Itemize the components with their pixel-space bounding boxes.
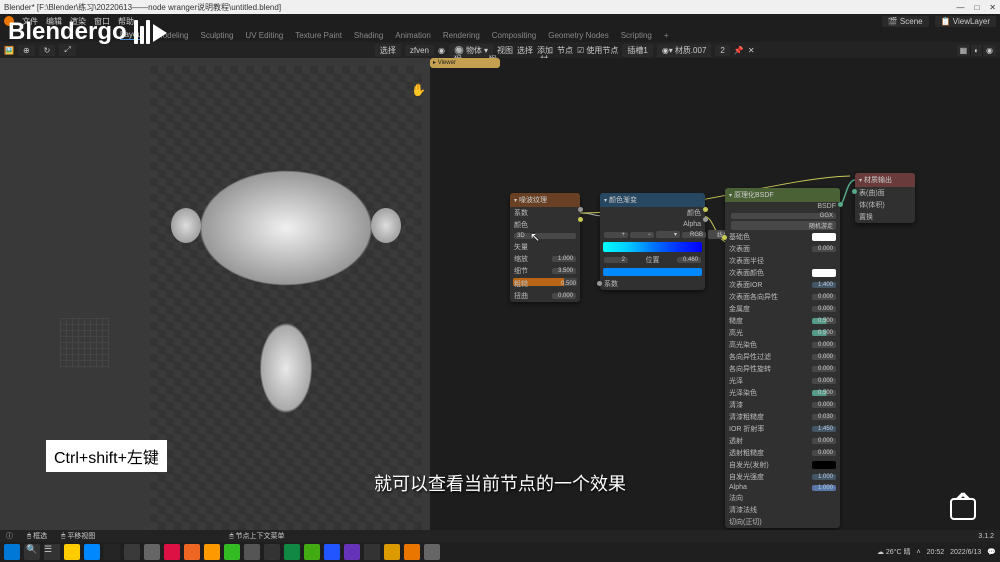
- tab-compositing[interactable]: Compositing: [492, 31, 536, 40]
- node-color-ramp[interactable]: ▾颜色渐变 颜色 Alpha +−▾RGB线性 2位置0.460 系数: [600, 193, 705, 290]
- tab-sculpting[interactable]: Sculpting: [201, 31, 234, 40]
- node-principled-bsdf[interactable]: ▾原理化BSDF BSDF GGX 随机游走 基础色 次表面0.000 次表面半…: [725, 188, 840, 528]
- start-button[interactable]: [4, 544, 20, 560]
- window-title: Blender* [F:\Blender\练习\20220613——node w…: [4, 2, 281, 13]
- shortcut-overlay: Ctrl+shift+左键: [46, 440, 167, 472]
- close-slot-icon[interactable]: ✕: [748, 46, 755, 55]
- shader-editor-icon[interactable]: ◉: [438, 46, 445, 55]
- app-icon[interactable]: [264, 544, 280, 560]
- bilibili-tv-icon: [950, 498, 976, 520]
- minimize-button[interactable]: —: [956, 3, 964, 12]
- pan-cursor-icon: ✋: [411, 83, 426, 97]
- shader-node-editor[interactable]: ▾噪波纹理 系数 颜色 3D 矢量 缩放1.000 细节3.500 粗糙0.50…: [430, 58, 1000, 538]
- app-icon[interactable]: [104, 544, 120, 560]
- gizmo-icon2[interactable]: ↻: [39, 45, 56, 56]
- window-titlebar: Blender* [F:\Blender\练习\20220613——node w…: [0, 0, 1000, 14]
- status-bar: ⓘ 🖱 框选 🖱 平移视图 🖱 节点上下文菜单 3.1.2: [0, 530, 1000, 542]
- menu-select[interactable]: 选择: [517, 45, 533, 56]
- close-button[interactable]: ✕: [989, 3, 996, 12]
- material-selector[interactable]: ◉▾ 材质.007: [657, 44, 712, 57]
- app-icon[interactable]: [84, 544, 100, 560]
- blender-app-icon[interactable]: [404, 544, 420, 560]
- app-icon[interactable]: [144, 544, 160, 560]
- app-icon[interactable]: [244, 544, 260, 560]
- watermark-logo: Blendergo: [8, 18, 167, 46]
- bilibili-logo-icon: [133, 20, 167, 44]
- app-icon[interactable]: [304, 544, 320, 560]
- use-nodes-checkbox[interactable]: ☑ 使用节点: [577, 45, 618, 56]
- tab-rendering[interactable]: Rendering: [443, 31, 480, 40]
- app-icon[interactable]: [124, 544, 140, 560]
- node-viewer[interactable]: ▸ Viewer: [430, 58, 500, 68]
- color-ramp-gradient[interactable]: [603, 242, 702, 252]
- mouse-cursor-icon: ↖: [530, 230, 540, 244]
- tab-animation[interactable]: Animation: [395, 31, 431, 40]
- tab-texture[interactable]: Texture Paint: [295, 31, 342, 40]
- tab-shading[interactable]: Shading: [354, 31, 383, 40]
- app-icon[interactable]: [284, 544, 300, 560]
- viewport-grid-widget: [60, 318, 110, 368]
- app-icon[interactable]: [324, 544, 340, 560]
- node-noise-texture[interactable]: ▾噪波纹理 系数 颜色 3D 矢量 缩放1.000 细节3.500 粗糙0.50…: [510, 193, 580, 302]
- material-count: 2: [715, 45, 729, 56]
- tab-scripting[interactable]: Scripting: [621, 31, 652, 40]
- render-preview: [176, 158, 396, 438]
- maximize-button[interactable]: □: [974, 3, 979, 12]
- node-title: 噪波纹理: [519, 195, 547, 205]
- overlay-toggles[interactable]: ▦◐◉: [957, 45, 996, 56]
- editor-type-icon[interactable]: 🖼️: [4, 46, 14, 55]
- node-material-output[interactable]: ▾材质输出 表(曲)面 体(体积) 置换: [855, 173, 915, 223]
- notification-icon[interactable]: 💬: [987, 548, 996, 556]
- gizmo-icon[interactable]: ⊕: [18, 45, 35, 56]
- mode-selector[interactable]: 选择: [375, 44, 401, 57]
- node-title: 颜色渐变: [609, 195, 637, 205]
- weather-widget[interactable]: ☁ 26°C 晴: [877, 547, 911, 557]
- app-icon[interactable]: [164, 544, 180, 560]
- subtitle-text: 就可以查看当前节点的一个效果: [374, 470, 626, 496]
- app-icon[interactable]: [184, 544, 200, 560]
- app-icon[interactable]: [384, 544, 400, 560]
- slot-selector[interactable]: 插槽1: [622, 44, 652, 57]
- taskview-icon[interactable]: ☰: [44, 544, 60, 560]
- windows-taskbar: 🔍 ☰ ☁ 26°C 晴 ˄ 20:52 2022/6/13 💬: [0, 542, 1000, 562]
- blender-version: 3.1.2: [978, 533, 994, 540]
- app-icon[interactable]: [64, 544, 80, 560]
- status-icon: ⓘ: [6, 531, 13, 541]
- tray-time[interactable]: 20:52: [927, 549, 945, 556]
- tray-chevron-icon[interactable]: ˄: [917, 549, 921, 556]
- app-icon[interactable]: [204, 544, 220, 560]
- tab-uv[interactable]: UV Editing: [245, 31, 283, 40]
- app-icon[interactable]: [364, 544, 380, 560]
- color-stop-swatch[interactable]: [603, 268, 702, 276]
- node-title: 原理化BSDF: [734, 190, 774, 200]
- app-icon[interactable]: [344, 544, 360, 560]
- image-selector[interactable]: zfven: [405, 45, 434, 56]
- tab-add[interactable]: +: [664, 31, 669, 40]
- pin-icon[interactable]: 📌: [734, 46, 744, 55]
- viewlayer-selector[interactable]: 📋 ViewLayer: [935, 16, 996, 27]
- tray-date[interactable]: 2022/6/13: [950, 549, 981, 556]
- app-icon[interactable]: [424, 544, 440, 560]
- scene-selector[interactable]: 🎬 Scene: [882, 16, 929, 27]
- app-icon[interactable]: [224, 544, 240, 560]
- node-title: 材质输出: [864, 175, 892, 185]
- tab-geo-nodes[interactable]: Geometry Nodes: [548, 31, 608, 40]
- search-icon[interactable]: 🔍: [24, 544, 40, 560]
